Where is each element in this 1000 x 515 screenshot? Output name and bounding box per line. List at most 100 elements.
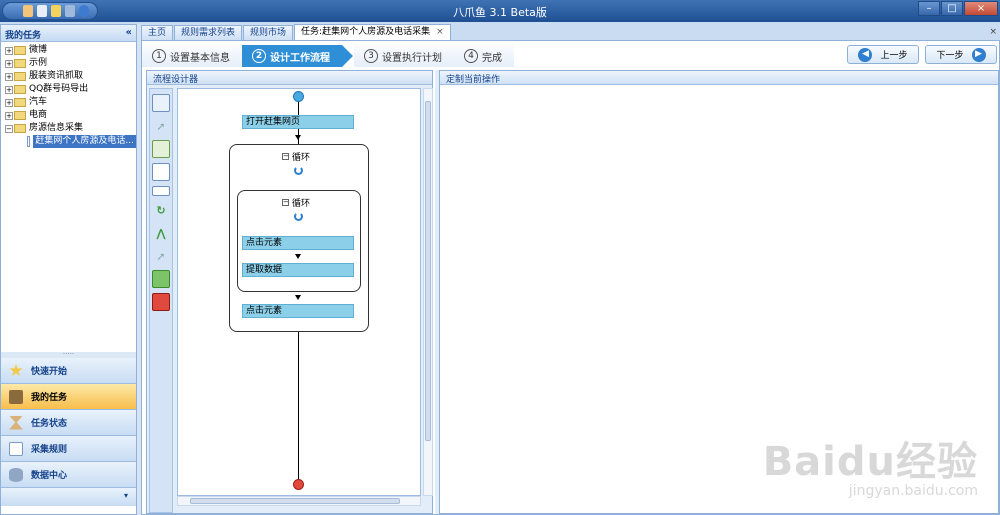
toolbox: ➚ ↻ ⋀ ➚ xyxy=(149,88,173,513)
star-icon xyxy=(9,363,23,377)
tree-node-label: 赶集网个人房源及电话... xyxy=(33,135,136,148)
horizontal-scrollbar[interactable] xyxy=(177,496,421,506)
collapse-loop-icon[interactable]: − xyxy=(282,199,289,206)
step-number: 3 xyxy=(364,49,378,63)
tree-node-label: 服装资讯抓取 xyxy=(29,71,84,81)
arrow-down-icon xyxy=(295,254,301,259)
arrow-down-icon xyxy=(295,135,301,140)
watermark-text: Baidu经验 xyxy=(762,439,978,485)
left-panel: 我的任务 « + 微博 + 示例 + 服装资讯抓取 + QQ群号码导出 + 汽车 + 电商 … xyxy=(0,24,137,515)
scroll-thumb[interactable] xyxy=(190,498,400,504)
close-button[interactable]: × xyxy=(964,1,998,16)
select-option-icon[interactable] xyxy=(152,186,170,196)
tree-node-label: 示例 xyxy=(29,58,48,68)
if-condition-icon[interactable]: ⋀ xyxy=(152,224,170,242)
step-click-element-next[interactable]: 点击元素 xyxy=(242,304,354,318)
collapse-icon[interactable]: « xyxy=(126,27,132,38)
flow-canvas[interactable]: 打开赶集网页 − 循环 − 循环 点击元素 提取数据 点击元素 xyxy=(177,88,421,496)
tree-node[interactable]: + 服装资讯抓取 xyxy=(5,70,136,83)
tree-node-label: 汽车 xyxy=(29,97,48,107)
step-number: 4 xyxy=(464,49,478,63)
folder-icon xyxy=(14,111,26,120)
extract-data-icon[interactable] xyxy=(152,140,170,158)
nav-quick-start[interactable]: 快速开始 xyxy=(1,358,136,384)
click-icon[interactable]: ➚ xyxy=(152,117,170,135)
scroll-thumb[interactable] xyxy=(425,101,431,441)
nav-data-center[interactable]: 数据中心 xyxy=(1,462,136,488)
tree-node-label: 电商 xyxy=(29,110,48,120)
end-loop-icon[interactable] xyxy=(152,293,170,311)
step-schedule[interactable]: 3 设置执行计划 xyxy=(354,45,454,67)
vertical-scrollbar[interactable] xyxy=(423,88,433,496)
arrow-left-icon: ◀ xyxy=(858,47,873,62)
tree-node[interactable]: − 房源信息采集 xyxy=(5,122,136,135)
nav-overflow-button[interactable]: ▾ xyxy=(1,488,136,506)
nav-my-tasks[interactable]: 我的任务 xyxy=(1,384,136,410)
expand-icon[interactable]: + xyxy=(5,72,13,81)
mouse-hover-icon[interactable]: ➚ xyxy=(152,247,170,265)
step-finish[interactable]: 4 完成 xyxy=(454,45,514,67)
task-file-icon xyxy=(27,136,31,147)
tree-node[interactable]: + 汽车 xyxy=(5,96,136,109)
tab-rule-requests[interactable]: 规则需求列表 xyxy=(174,25,243,40)
step-open-page[interactable]: 打开赶集网页 xyxy=(242,115,354,129)
tree-node[interactable]: + QQ群号码导出 xyxy=(5,83,136,96)
start-node xyxy=(293,91,304,102)
step-label: 设计工作流程 xyxy=(270,52,330,64)
tab-home[interactable]: 主页 xyxy=(141,25,174,40)
left-panel-title: 我的任务 xyxy=(5,31,42,41)
watermark: Baidu经验 jingyan.baidu.com xyxy=(763,429,978,499)
expand-icon[interactable]: + xyxy=(5,98,13,107)
loop-cycle-icon xyxy=(294,166,303,175)
tree-node[interactable]: + 电商 xyxy=(5,109,136,122)
step-label: 设置基本信息 xyxy=(170,52,230,64)
collapse-loop-icon[interactable]: − xyxy=(282,153,289,160)
tab-close-icon[interactable]: × xyxy=(436,27,444,37)
loop-outer-label: − 循环 xyxy=(282,152,311,163)
arrow-down-icon xyxy=(295,295,301,300)
database-icon xyxy=(9,467,23,482)
step-basic-info[interactable]: 1 设置基本信息 xyxy=(142,45,242,67)
folder-icon xyxy=(14,59,26,68)
next-step-button[interactable]: 下一步 ▶ xyxy=(925,45,997,64)
tree-node-label: 房源信息采集 xyxy=(29,123,84,133)
tree-node-label: 微博 xyxy=(29,45,48,55)
collapse-node-icon[interactable]: − xyxy=(5,124,13,133)
expand-icon[interactable]: + xyxy=(5,59,13,68)
nav-collection-rules[interactable]: 采集规则 xyxy=(1,436,136,462)
custom-operation-panel: 定制当前操作 Baidu经验 jingyan.baidu.com xyxy=(439,70,999,514)
step-design-workflow[interactable]: 2 设计工作流程 xyxy=(242,45,353,67)
expand-icon[interactable]: + xyxy=(5,111,13,120)
main-content: 1 设置基本信息 2 设计工作流程 3 设置执行计划 4 完成 ◀ 上一步 下一步 ▶ 流程… xyxy=(141,40,1000,515)
left-panel-header: 我的任务 « xyxy=(1,25,136,42)
folder-icon xyxy=(14,72,26,81)
switch-icon[interactable] xyxy=(152,270,170,288)
input-text-icon[interactable] xyxy=(152,163,170,181)
maximize-button[interactable]: □ xyxy=(941,1,963,16)
tree-node-task[interactable]: 赶集网个人房源及电话... xyxy=(5,135,136,148)
step-extract-data[interactable]: 提取数据 xyxy=(242,263,354,277)
tab-rule-market[interactable]: 规则市场 xyxy=(243,25,294,40)
nav-task-status[interactable]: 任务状态 xyxy=(1,410,136,436)
loop-icon[interactable]: ↻ xyxy=(152,201,170,219)
tree-node-label: QQ群号码导出 xyxy=(29,84,89,94)
tree-node[interactable]: + 微博 xyxy=(5,44,136,57)
expand-icon[interactable]: + xyxy=(5,85,13,94)
document-icon xyxy=(9,441,23,456)
workflow-designer: 流程设计器 ➚ ↻ ⋀ ➚ 打开赶集网页 − 循环 − 循环 点击元素 提取数据… xyxy=(146,70,433,514)
open-page-icon[interactable] xyxy=(152,94,170,112)
loop-cycle-icon xyxy=(294,212,303,221)
step-click-element[interactable]: 点击元素 xyxy=(242,236,354,250)
step-label: 设置执行计划 xyxy=(382,52,442,64)
tree-node[interactable]: + 示例 xyxy=(5,57,136,70)
step-number: 2 xyxy=(252,49,266,63)
prev-step-button[interactable]: ◀ 上一步 xyxy=(847,45,919,64)
folder-icon xyxy=(14,46,26,55)
close-all-tabs-icon[interactable]: × xyxy=(989,27,997,37)
expand-icon[interactable]: + xyxy=(5,46,13,55)
designer-title: 流程设计器 xyxy=(147,71,432,85)
folder-open-icon xyxy=(14,124,26,133)
minimize-button[interactable]: – xyxy=(918,1,940,16)
step-label: 完成 xyxy=(482,52,502,64)
tab-current-task[interactable]: 任务:赶集网个人房源及电话采集 × xyxy=(294,24,451,40)
